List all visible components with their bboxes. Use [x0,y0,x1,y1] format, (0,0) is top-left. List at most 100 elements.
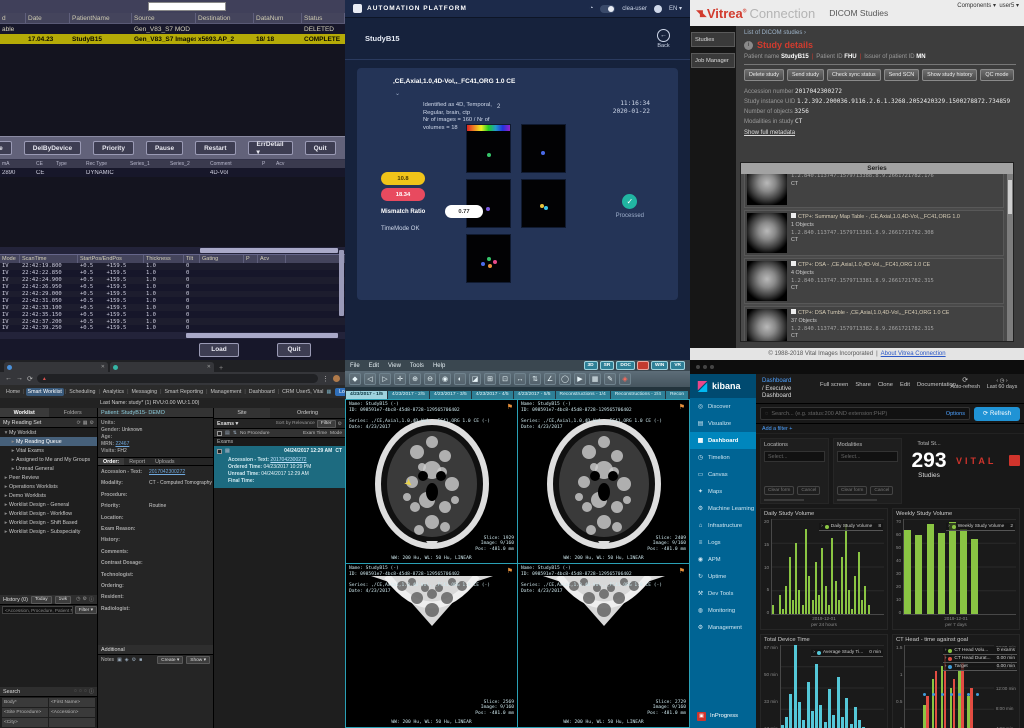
tab-ordering[interactable]: Ordering [270,408,345,418]
queue-col-header[interactable]: Status [302,13,345,23]
flip-tool-icon[interactable]: ◪ [469,373,481,385]
nav-dashboard[interactable]: Dashboard [247,388,277,396]
zoom-out-tool-icon[interactable]: ⊖ [424,373,436,385]
nav-messaging[interactable]: Messaging [129,388,159,396]
queue-row[interactable]: 17.04.23StudyB15Gen_V83_S7 Imagesx5693.A… [0,34,345,44]
about-link[interactable]: About Vitrea Connection [881,351,946,357]
menu-help[interactable]: Help [433,363,445,369]
queue-col-header[interactable]: Source [132,13,196,23]
back-button[interactable]: ←Back [657,29,670,49]
series-scrollbar[interactable] [1007,174,1013,341]
menu-tools[interactable]: Tools [410,363,424,369]
bar[interactable] [798,590,800,614]
exam-checkbox[interactable] [217,449,222,454]
bar[interactable] [785,586,787,615]
add-filter-link[interactable]: Add a filter + [756,424,1024,434]
annotate-tool-icon[interactable]: ✎ [604,373,616,385]
locations-cancel-button[interactable]: Cancel [797,486,820,495]
search-field[interactable]: <First Name> [49,698,95,707]
scan-hscrollbar[interactable] [0,332,345,339]
exams-dropdown[interactable]: Exams ▾ [217,421,238,427]
tree-item[interactable]: ▸Vital Exams [0,446,97,455]
user-menu[interactable]: user5 ▾ [999,3,1019,9]
bar[interactable] [785,717,788,728]
load-button[interactable]: Load [199,343,239,357]
menu-edit[interactable]: Edit [369,363,379,369]
roi-ellipse-tool-icon[interactable]: ◯ [559,373,571,385]
bar[interactable] [915,535,922,614]
sort-icon[interactable]: ⇅ [233,430,237,436]
tree-item[interactable]: ▸Unread General [0,464,97,473]
menu-icon[interactable]: ⋮ [322,375,329,383]
bar[interactable] [960,529,967,615]
url-field[interactable]: ▲ [37,374,318,383]
viewport-cell[interactable]: Name: StudyB15 (-)ID: 098591e7-4bc8-45d8… [518,564,689,727]
locations-clear-button[interactable]: Clear form [764,486,794,495]
bar[interactable] [864,586,866,615]
bar-ct-head-duration[interactable] [970,688,973,728]
viewer-tab[interactable]: 4/23/2017 - 4/5 [472,391,513,399]
flag-icon[interactable]: ⚑ [679,567,685,575]
nav-management[interactable]: Management [208,388,243,396]
bar[interactable] [782,609,784,614]
bar[interactable] [794,645,797,728]
bar[interactable] [792,600,794,614]
window-level-tool-icon[interactable]: ◐ [454,373,466,385]
bar[interactable] [805,529,807,615]
legend-expand-icon[interactable]: › [948,524,950,529]
scan-row[interactable]: IV22:42:29.000+0.5 +159.51.00 [0,291,345,298]
refresh-icon[interactable]: ⟳ [77,420,81,426]
forward-icon[interactable]: → [16,375,23,382]
sidebar-item-maps[interactable]: ✦Maps [690,483,756,500]
apps-icon[interactable]: ▦ [326,389,331,395]
avatar[interactable] [654,5,662,13]
layout-2x2-icon[interactable]: ⊞ [484,373,496,385]
sidebar-item-timelion[interactable]: ◷Timelion [690,449,756,466]
legend-expand-icon[interactable]: › [945,664,947,669]
exam-selected[interactable]: ▤ 04/24/2017 12:29 AM CT Accession - Tex… [214,446,345,488]
queue-row[interactable]: ableGen_V83_S7 MODDELETED [0,24,345,34]
clock-icon[interactable]: ◷ [76,596,80,603]
tab-site[interactable]: Site [214,408,270,418]
sidebar-tab-studies[interactable]: Studies [691,32,735,47]
scan-row[interactable]: IV22:42:39.250+0.5 +159.51.00 [0,325,345,332]
show-metadata-link[interactable]: Show full metadata [744,130,1016,136]
bar[interactable] [927,524,934,614]
bar[interactable] [868,605,870,615]
search-adv-icon[interactable]: ◌ [84,688,87,695]
bar[interactable] [850,724,853,728]
show-study-history-button[interactable]: Show study history [922,69,977,81]
viewer-tab[interactable]: 4/23/2017 - 2/5 [388,391,429,399]
legend-row[interactable]: ›CT Head Durat...0.00 min [943,655,1017,663]
queue-col-header[interactable]: Date [26,13,70,23]
col-exam-time[interactable]: Exam Time [303,431,327,436]
series-checkbox[interactable] [791,213,796,218]
autorefresh-button[interactable]: ⟳Auto-refresh [950,378,980,390]
bar[interactable] [802,720,805,728]
bar[interactable] [837,677,840,728]
action-share[interactable]: Share [855,382,870,388]
check-sync-status-button[interactable]: Check sync status [827,69,881,81]
flag-icon[interactable]: ⚑ [507,567,513,575]
viewer-tab[interactable]: Reconstructions - 1/4 [556,391,610,399]
gear-icon[interactable]: ⚙ [83,596,87,603]
queue-te-button[interactable]: te [0,141,12,155]
bar-ct-head-duration[interactable] [953,679,956,728]
series-checkbox[interactable] [791,261,796,266]
bar[interactable] [818,595,820,614]
flag-icon[interactable]: ⚑ [507,403,513,411]
bar[interactable] [807,682,810,728]
scan-row[interactable]: IV22:42:22.850+0.5 +159.51.00 [0,270,345,277]
queue-col-header[interactable]: DataNum [254,13,302,23]
filter-button[interactable]: Filter ▾ [75,606,97,614]
viewport-cell[interactable]: Name: StudyB15 (-)ID: 098591e7-4bc8-45d8… [346,400,517,563]
modalities-cancel-button[interactable]: Cancel [870,486,893,495]
scan-row[interactable]: IV22:42:33.100+0.5 +159.51.00 [0,304,345,311]
bar[interactable] [828,605,830,615]
action-full-screen[interactable]: Full screen [820,382,848,388]
tree-item[interactable]: ▾My Worklist [0,428,97,437]
viewer-tab[interactable]: Recon [666,391,688,399]
timepicker[interactable]: ‹ ◷ ›Last 60 days [982,378,1022,390]
col-no-procedure[interactable]: No Procedure [240,431,270,436]
bar[interactable] [819,705,822,728]
